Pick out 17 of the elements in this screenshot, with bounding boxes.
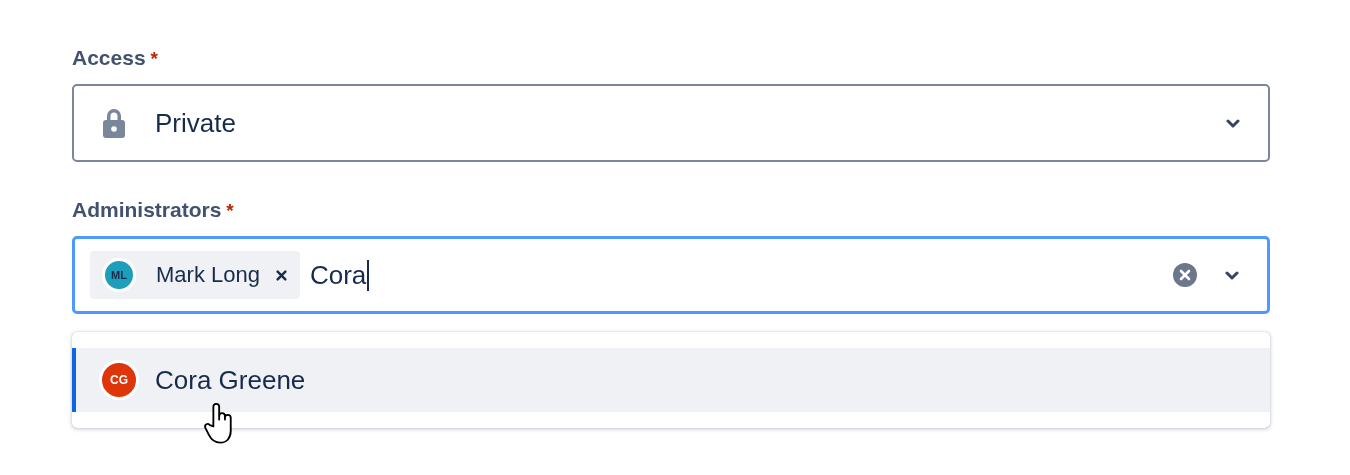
lock-icon (102, 107, 126, 139)
avatar: ML (102, 258, 136, 292)
required-mark: * (150, 48, 158, 70)
search-input[interactable]: Cora (309, 259, 370, 291)
remove-icon[interactable] (275, 269, 287, 281)
chevron-down-icon[interactable] (1226, 118, 1240, 128)
access-select[interactable]: Private (72, 84, 1270, 162)
clear-icon[interactable] (1173, 263, 1197, 287)
field-label: Administrators (72, 198, 222, 222)
administrators-field[interactable]: ML Mark Long Cora (72, 236, 1270, 314)
field-label: Access (72, 46, 146, 70)
dropdown-option[interactable]: CG Cora Greene (72, 348, 1270, 412)
tag-name: Mark Long (156, 262, 260, 288)
required-mark: * (226, 200, 234, 222)
chevron-down-icon[interactable] (1225, 270, 1239, 280)
select-value: Private (155, 107, 237, 139)
avatar: CG (99, 360, 139, 400)
